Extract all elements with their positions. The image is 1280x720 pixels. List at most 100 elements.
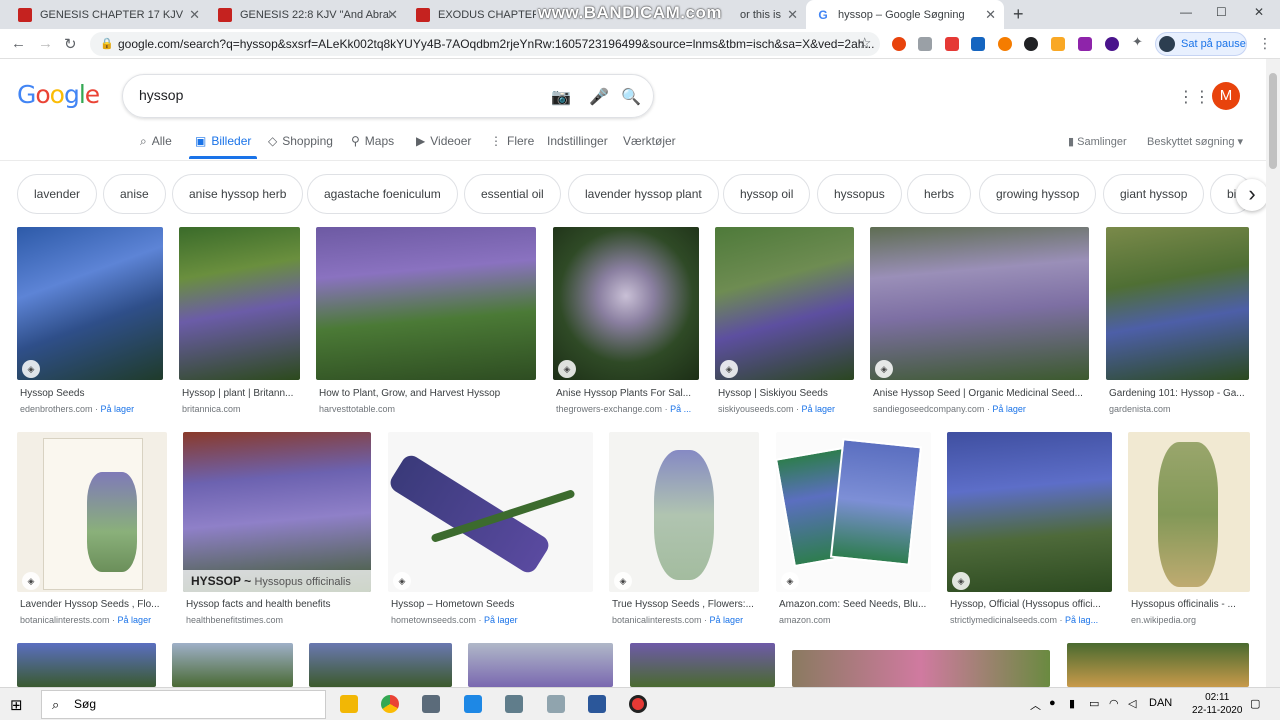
result-title[interactable]: True Hyssop Seeds , Flowers:...: [612, 599, 759, 610]
extension-icon[interactable]: [892, 37, 906, 51]
chip[interactable]: growing hyssop: [979, 174, 1097, 214]
bookmark-star-icon[interactable]: ☆: [858, 34, 871, 52]
result-thumbnail[interactable]: [715, 227, 854, 380]
scrollbar-thumb[interactable]: [1269, 73, 1277, 169]
chip[interactable]: hyssop oil: [723, 174, 811, 214]
record-icon[interactable]: [629, 695, 647, 713]
minimize-icon[interactable]: —: [1180, 5, 1192, 19]
tab-maps[interactable]: ⚲ Maps: [351, 134, 394, 148]
app-icon[interactable]: [464, 695, 482, 713]
image-result[interactable]: [172, 643, 293, 687]
image-result[interactable]: [630, 643, 775, 687]
paint-icon[interactable]: [547, 695, 565, 713]
page-scrollbar[interactable]: [1266, 59, 1280, 687]
result-thumbnail[interactable]: [172, 643, 293, 687]
result-thumbnail[interactable]: [17, 227, 163, 380]
tab-tools[interactable]: Værktøjer: [623, 134, 676, 148]
result-thumbnail[interactable]: [1067, 643, 1249, 687]
result-thumbnail[interactable]: [630, 643, 775, 687]
chip[interactable]: lavender hyssop plant: [568, 174, 719, 214]
result-thumbnail[interactable]: [1106, 227, 1249, 380]
puzzle-icon[interactable]: ✦: [1132, 34, 1143, 50]
result-thumbnail[interactable]: [17, 643, 156, 687]
close-icon[interactable]: ✕: [387, 7, 398, 23]
result-thumbnail[interactable]: [468, 643, 613, 687]
browser-tab[interactable]: EXODUS CHAPTER 12 K: [406, 0, 546, 29]
image-result[interactable]: [468, 643, 613, 687]
result-title[interactable]: Gardening 101: Hyssop - Ga...: [1109, 388, 1249, 399]
app-icon[interactable]: [505, 695, 523, 713]
chip[interactable]: herbs: [907, 174, 972, 214]
maximize-icon[interactable]: ☐: [1216, 5, 1227, 19]
result-thumbnail[interactable]: [309, 643, 452, 687]
address-bar[interactable]: 🔒 google.com/search?q=hyssop&sxsrf=ALeKk…: [90, 32, 880, 56]
chip[interactable]: agastache foeniculum: [307, 174, 458, 214]
profile-paused-button[interactable]: Sat på pause: [1155, 32, 1247, 56]
extension-icon[interactable]: [1105, 37, 1119, 51]
extension-icon[interactable]: [971, 37, 985, 51]
result-thumbnail[interactable]: HYSSOP ~ Hyssopus officinalis: [183, 432, 371, 592]
image-result[interactable]: [792, 650, 1050, 687]
chip[interactable]: anise: [103, 174, 166, 214]
chrome-icon[interactable]: [381, 695, 399, 713]
tab-all[interactable]: ⌕ Alle: [140, 134, 172, 149]
result-title[interactable]: Hyssop, Official (Hyssopus offici...: [950, 599, 1112, 610]
result-thumbnail[interactable]: [792, 650, 1050, 687]
windows-start-icon[interactable]: ⊞: [10, 696, 23, 714]
language-indicator[interactable]: DAN: [1149, 697, 1172, 709]
result-thumbnail[interactable]: [870, 227, 1089, 380]
result-thumbnail[interactable]: [17, 432, 167, 592]
result-thumbnail[interactable]: [609, 432, 759, 592]
back-icon[interactable]: ←: [11, 35, 26, 52]
result-title[interactable]: Hyssop facts and health benefits: [186, 599, 371, 610]
new-tab-icon[interactable]: +: [1013, 4, 1024, 25]
tray-icon[interactable]: ●: [1049, 697, 1056, 709]
word-icon[interactable]: [588, 695, 606, 713]
safe-search-dropdown[interactable]: Beskyttet søgning ▾: [1147, 135, 1243, 148]
image-result[interactable]: [1067, 643, 1249, 687]
tab-shopping[interactable]: ◇ Shopping: [268, 134, 333, 148]
chevron-up-icon[interactable]: ︿: [1030, 697, 1041, 713]
search-input[interactable]: [139, 87, 519, 103]
tab-more[interactable]: ⋮ Flere: [490, 134, 534, 148]
chevron-right-icon[interactable]: ›: [1236, 179, 1268, 211]
close-window-icon[interactable]: ✕: [1254, 5, 1264, 19]
calculator-icon[interactable]: [422, 695, 440, 713]
collections-link[interactable]: ▮ Samlinger: [1068, 135, 1127, 148]
result-thumbnail[interactable]: [1128, 432, 1250, 592]
tab-settings[interactable]: Indstillinger: [547, 134, 608, 148]
notification-icon[interactable]: ▢: [1250, 697, 1260, 710]
extension-icon[interactable]: [945, 37, 959, 51]
image-result[interactable]: [17, 643, 156, 687]
google-logo[interactable]: Google: [17, 80, 100, 109]
result-title[interactable]: Hyssop Seeds: [20, 388, 163, 399]
browser-tab-active[interactable]: G hyssop – Google Søgning ✕: [806, 0, 1004, 29]
search-icon[interactable]: 🔍: [621, 87, 641, 107]
result-thumbnail[interactable]: [388, 432, 593, 592]
result-thumbnail[interactable]: [776, 432, 931, 592]
battery-icon[interactable]: ▭: [1089, 697, 1099, 710]
chip[interactable]: hyssopus: [817, 174, 902, 214]
volume-icon[interactable]: ◁: [1128, 697, 1136, 710]
chip[interactable]: lavender: [17, 174, 98, 214]
image-result[interactable]: [309, 643, 452, 687]
microphone-icon[interactable]: 🎤: [589, 87, 609, 107]
result-thumbnail[interactable]: [553, 227, 699, 380]
extension-icon[interactable]: [1051, 37, 1065, 51]
result-thumbnail[interactable]: [947, 432, 1112, 592]
taskbar-search[interactable]: ⌕ Søg: [41, 690, 326, 719]
file-explorer-icon[interactable]: [340, 695, 358, 713]
close-icon[interactable]: ✕: [787, 7, 798, 23]
result-thumbnail[interactable]: [316, 227, 536, 380]
extension-icon[interactable]: [998, 37, 1012, 51]
result-title[interactable]: How to Plant, Grow, and Harvest Hyssop: [319, 388, 536, 399]
account-avatar[interactable]: M: [1212, 82, 1240, 110]
result-title[interactable]: Anise Hyssop Plants For Sal...: [556, 388, 699, 399]
tab-videos[interactable]: ▶ Videoer: [416, 134, 471, 148]
browser-tab[interactable]: or this is ✕: [730, 0, 806, 29]
wifi-icon[interactable]: ◠: [1109, 697, 1119, 710]
search-box[interactable]: 📷 🎤 🔍: [122, 74, 654, 118]
result-title[interactable]: Amazon.com: Seed Needs, Blu...: [779, 599, 931, 610]
camera-icon[interactable]: 📷: [551, 87, 571, 107]
close-icon[interactable]: ✕: [985, 7, 996, 23]
